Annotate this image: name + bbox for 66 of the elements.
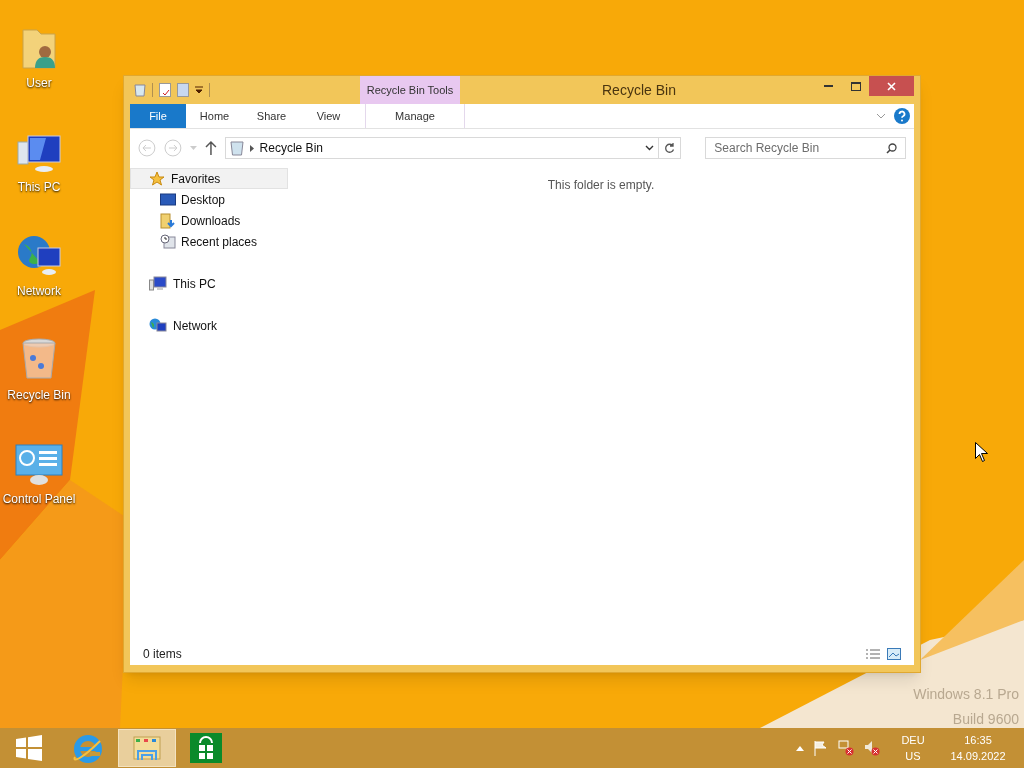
navigation-item[interactable]: Recent places xyxy=(130,231,288,252)
navigation-label: This PC xyxy=(173,275,216,293)
browser-e-icon xyxy=(72,733,104,763)
show-hidden-icons-icon[interactable] xyxy=(796,745,804,751)
speaker-muted-icon[interactable] xyxy=(864,740,880,756)
address-path: Recycle Bin xyxy=(259,140,323,157)
maximize-icon xyxy=(850,81,861,91)
recycle-bin-icon[interactable] xyxy=(134,83,146,97)
navigation-item[interactable]: Downloads xyxy=(130,210,288,231)
contextual-tab-group-label: Recycle Bin Tools xyxy=(366,82,454,98)
caret-icon[interactable] xyxy=(189,146,197,150)
cursor-icon xyxy=(975,442,988,462)
ribbon-tab[interactable]: Manage xyxy=(365,104,465,128)
recycle-bin-icon xyxy=(21,338,57,382)
search-icon xyxy=(886,142,897,154)
navigation-label: Favorites xyxy=(171,170,221,188)
minimize-icon xyxy=(824,85,833,87)
chevron-down-icon[interactable] xyxy=(644,145,654,151)
details-view-icon[interactable] xyxy=(865,648,881,660)
control-panel-icon xyxy=(15,444,63,486)
navigation-item[interactable]: Network xyxy=(130,315,288,336)
properties-icon[interactable] xyxy=(159,83,171,97)
ribbon-tab[interactable]: Home xyxy=(186,104,243,128)
navigation-label: Desktop xyxy=(181,191,226,209)
navigation-label: Recent places xyxy=(181,233,258,251)
help-icon[interactable] xyxy=(894,108,910,124)
star-icon xyxy=(149,170,165,187)
refresh-icon xyxy=(663,142,675,154)
computer-icon xyxy=(149,275,167,292)
address-bar[interactable]: Recycle Bin xyxy=(224,137,659,159)
ribbon-tab[interactable]: View xyxy=(300,104,357,128)
desktop-icon xyxy=(160,192,176,207)
computer-icon xyxy=(16,134,62,174)
navigation-item[interactable]: Favorites xyxy=(130,168,288,189)
folder-icon[interactable] xyxy=(177,83,189,97)
close-icon xyxy=(887,81,896,91)
navigation-label: Downloads xyxy=(181,212,241,230)
recent-places-icon xyxy=(160,233,176,250)
ribbon-tab[interactable]: File xyxy=(130,104,186,128)
file-explorer-icon xyxy=(132,734,162,762)
globe-computer-icon xyxy=(16,234,62,278)
chevron-right-icon xyxy=(249,144,254,152)
network-error-icon[interactable] xyxy=(838,740,854,756)
window-title: Recycle Bin xyxy=(602,80,676,100)
globe-computer-icon xyxy=(149,317,167,334)
navigation-item[interactable]: This PC xyxy=(130,273,288,294)
up-arrow-icon[interactable] xyxy=(204,141,217,155)
recycle-bin-icon xyxy=(229,140,244,156)
store-bag-icon xyxy=(190,733,222,763)
navigation-label: Network xyxy=(173,317,217,335)
edition-text: Windows 8.1 Pro xyxy=(913,685,1019,704)
dropdown-arrow-icon[interactable] xyxy=(195,86,203,94)
ribbon-tab[interactable]: Share xyxy=(243,104,300,128)
item-count: 0 items xyxy=(143,646,182,663)
download-folder-icon xyxy=(160,212,176,229)
user-folder-icon xyxy=(19,26,59,70)
empty-folder-message: This folder is empty. xyxy=(547,177,655,192)
large-icons-view-icon[interactable] xyxy=(887,648,901,660)
taskbar-app[interactable] xyxy=(118,729,176,767)
navigation-item[interactable]: Desktop xyxy=(130,189,288,210)
flag-icon[interactable] xyxy=(814,740,828,756)
windows-logo-icon xyxy=(16,735,42,761)
search-field[interactable]: Search Recycle Bin xyxy=(705,137,906,159)
refresh-button[interactable] xyxy=(657,137,682,159)
search-input[interactable]: Search Recycle Bin xyxy=(714,139,886,157)
build-text: Build 9600 xyxy=(952,710,1019,729)
